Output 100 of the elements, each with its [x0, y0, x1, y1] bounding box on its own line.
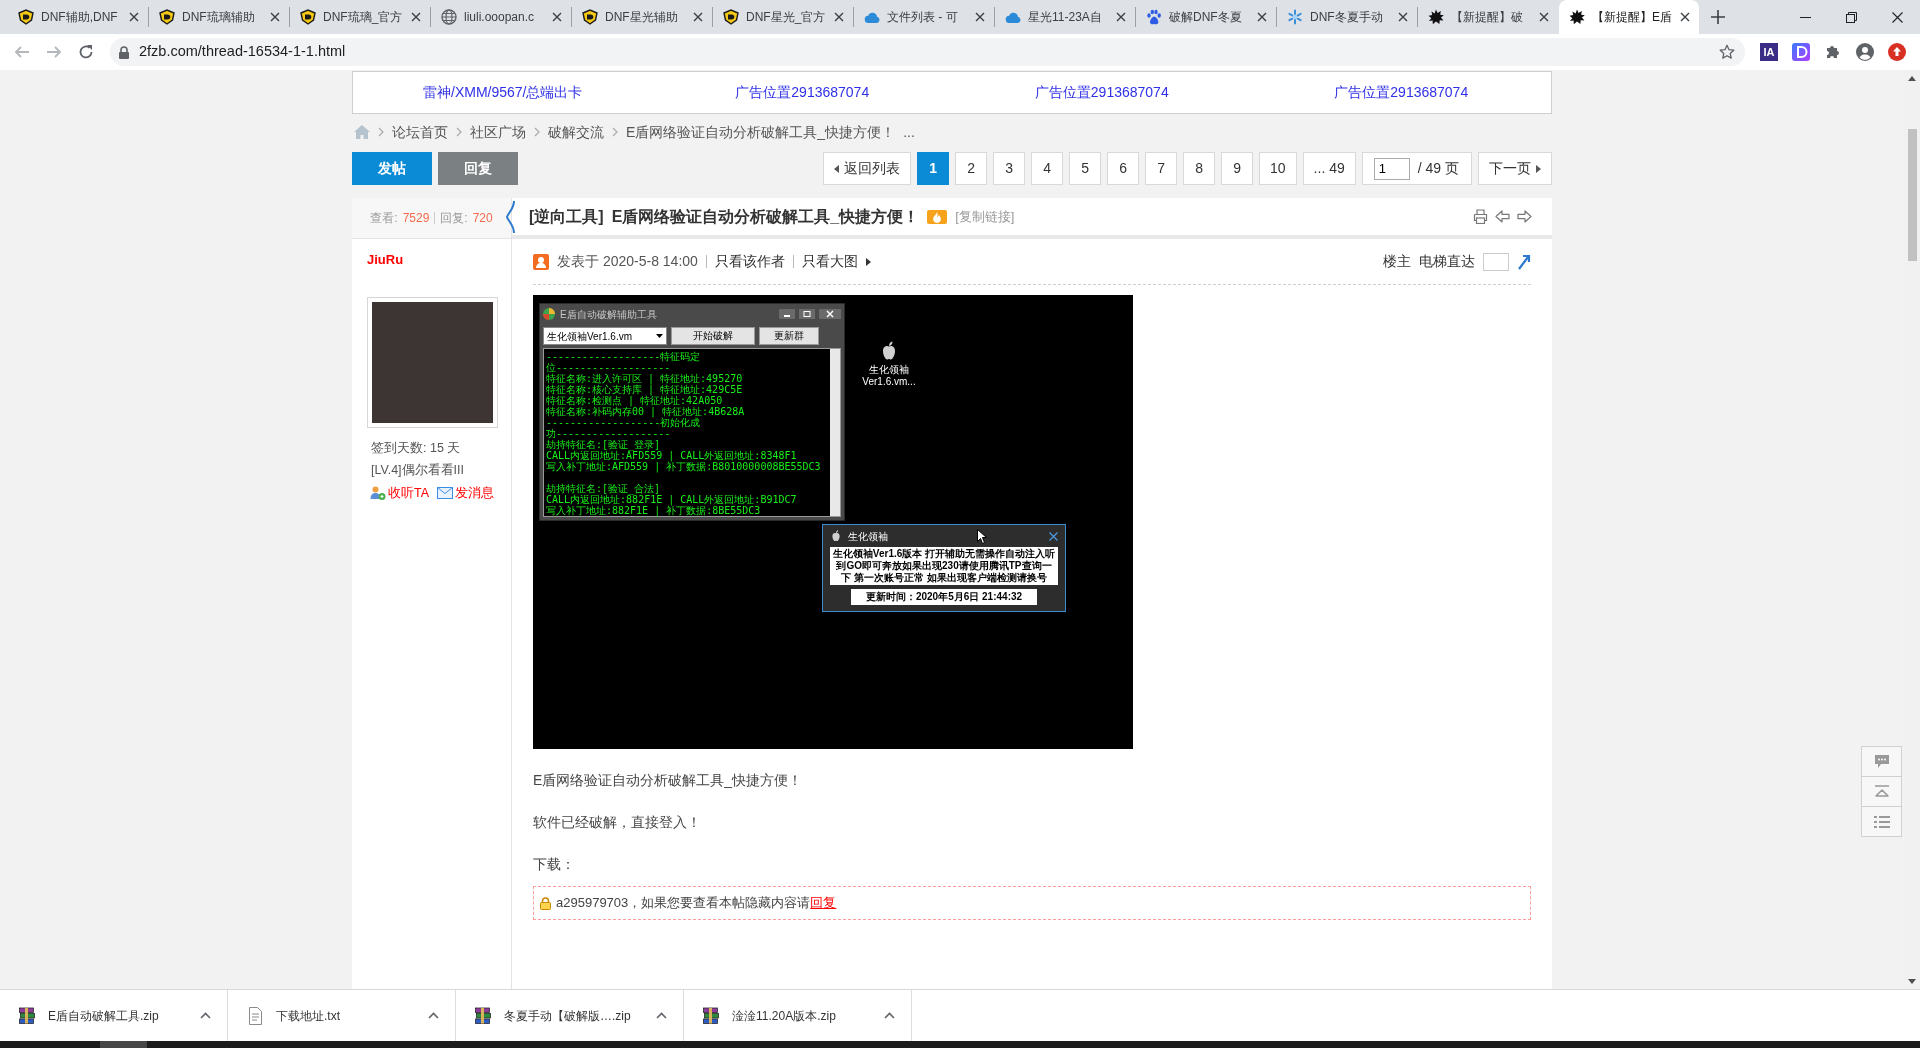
account-icon[interactable]: [1856, 43, 1874, 61]
page-link[interactable]: 9: [1221, 152, 1254, 185]
window-button[interactable]: 开始破解: [671, 327, 755, 345]
breadcrumb-link[interactable]: E盾网络验证自动分析破解工具_快捷方便！: [626, 121, 896, 143]
star-icon[interactable]: [1719, 44, 1735, 60]
follow-link[interactable]: 收听TA: [370, 484, 430, 503]
page-link[interactable]: 7: [1145, 152, 1178, 185]
dialog-title: 生化领袖: [848, 529, 888, 544]
next-page-button[interactable]: 下一页: [1478, 152, 1552, 185]
browser-tab[interactable]: 【新提醒】破: [1418, 0, 1558, 34]
comment-button[interactable]: [1861, 746, 1902, 777]
close-icon[interactable]: [819, 309, 841, 319]
browser-tab[interactable]: 文件列表 - 可: [854, 0, 994, 34]
console-line: 写入补丁地址:882F1E | 补丁数据:8BE55DC3: [546, 505, 762, 516]
close-icon[interactable]: [1891, 11, 1903, 23]
views-count: 7529: [402, 210, 430, 227]
close-icon[interactable]: [129, 12, 139, 22]
page-link[interactable]: ... 49: [1302, 152, 1356, 185]
minimize-icon[interactable]: [779, 309, 795, 319]
close-icon[interactable]: [552, 12, 562, 22]
plus-icon[interactable]: [1711, 10, 1725, 24]
message-link[interactable]: 发消息: [437, 484, 495, 503]
breadcrumb-link[interactable]: 破解交流: [548, 121, 604, 143]
page-link[interactable]: 5: [1069, 152, 1102, 185]
browser-tab[interactable]: DNF冬夏手动: [1277, 0, 1417, 34]
dropdown-field[interactable]: 生化领袖Ver1.6.vm: [543, 327, 667, 345]
floor-input[interactable]: [1483, 252, 1509, 271]
window-button[interactable]: 更新群: [759, 327, 819, 345]
splat-icon: [1569, 9, 1585, 25]
author-name[interactable]: JiuRu: [367, 250, 404, 270]
caret-up-icon[interactable]: [428, 1012, 439, 1019]
reply-link[interactable]: 回复: [810, 895, 837, 911]
browser-tab[interactable]: 破解DNF冬夏: [1136, 0, 1276, 34]
page-link[interactable]: 6: [1107, 152, 1140, 185]
reload-icon[interactable]: [78, 44, 94, 60]
close-icon[interactable]: [1398, 12, 1408, 22]
lock-icon: [119, 45, 129, 59]
crest-icon: [300, 9, 316, 25]
breadcrumb-link[interactable]: 社区广场: [470, 121, 526, 143]
page-link[interactable]: 2: [955, 152, 988, 185]
large-images-link[interactable]: 只看大图: [801, 251, 858, 272]
ad-link[interactable]: 雷神/XMM/9567/总端出卡: [423, 84, 583, 100]
browser-tab[interactable]: 星光11-23A自: [995, 0, 1135, 34]
category-link[interactable]: [逆向工具]: [529, 204, 604, 229]
desktop-icon-label[interactable]: 生化领袖Ver1.6.vm...: [851, 364, 927, 388]
close-icon[interactable]: [270, 12, 280, 22]
browser-tab[interactable]: liuli.ooopan.c: [431, 0, 571, 34]
scroll-up-icon[interactable]: [1908, 75, 1916, 81]
close-icon[interactable]: [1116, 12, 1126, 22]
maximize-icon[interactable]: [799, 309, 815, 319]
cursor-icon: [977, 529, 987, 544]
puzzle-icon[interactable]: [1825, 44, 1841, 60]
new-thread-button[interactable]: 发帖: [352, 152, 432, 185]
caret-up-icon[interactable]: [656, 1012, 667, 1019]
jump-label: 电梯直达: [1419, 252, 1475, 271]
minimize-icon[interactable]: [1799, 16, 1811, 18]
close-icon[interactable]: [975, 12, 985, 22]
page-input[interactable]: 1: [1373, 157, 1410, 180]
breadcrumb-link[interactable]: 论坛首页: [392, 121, 448, 143]
browser-tab[interactable]: DNF星光辅助: [572, 0, 712, 34]
browser-tab[interactable]: DNF琉璃辅助: [149, 0, 289, 34]
browser-tab[interactable]: DNF琉璃_官方: [290, 0, 430, 34]
caret-up-icon[interactable]: [200, 1012, 211, 1019]
reply-button[interactable]: 回复: [438, 152, 518, 185]
lock-icon: [540, 896, 551, 910]
page-link[interactable]: 3: [993, 152, 1026, 185]
console-line: 劫持特征名:[验证_合法]: [546, 483, 661, 494]
page-link[interactable]: 10: [1259, 152, 1297, 185]
page-link[interactable]: 1: [917, 152, 950, 185]
add-user-icon: [370, 485, 386, 502]
printer-icon[interactable]: [1473, 209, 1488, 224]
caret-up-icon[interactable]: [884, 1012, 895, 1019]
page-link[interactable]: 4: [1031, 152, 1064, 185]
close-icon[interactable]: [1680, 12, 1690, 22]
browser-tab[interactable]: DNF辅助,DNF: [8, 0, 148, 34]
restore-icon[interactable]: [1845, 11, 1857, 23]
books-icon: [702, 1006, 720, 1025]
close-icon[interactable]: [1539, 12, 1549, 22]
scroll-down-icon[interactable]: [1908, 978, 1916, 984]
author-only-link[interactable]: 只看该作者: [714, 251, 785, 272]
page-link[interactable]: 8: [1183, 152, 1216, 185]
browser-tab[interactable]: 【新提醒】E盾: [1559, 0, 1699, 34]
arrow-left-icon[interactable]: [1495, 210, 1510, 223]
browser-tab[interactable]: DNF星光_官方: [713, 0, 853, 34]
ad-link[interactable]: 广告位置2913687074: [735, 84, 870, 100]
extension-icon[interactable]: [1792, 43, 1810, 61]
scrollbar-thumb[interactable]: [1907, 129, 1917, 261]
back-to-list-button[interactable]: 返回列表: [823, 152, 912, 185]
close-icon[interactable]: [834, 12, 844, 22]
ad-link[interactable]: 广告位置2913687074: [1334, 84, 1469, 100]
jump-arrow-icon[interactable]: [1517, 253, 1531, 270]
close-icon[interactable]: [411, 12, 421, 22]
address-field[interactable]: 2fzb.com/thread-16534-1-1.html: [110, 38, 1745, 66]
close-icon[interactable]: [693, 12, 703, 22]
arrow-right-icon[interactable]: [1517, 210, 1532, 223]
update-icon[interactable]: [1888, 43, 1906, 61]
extension-button[interactable]: IA: [1760, 43, 1778, 61]
ad-link[interactable]: 广告位置2913687074: [1034, 84, 1169, 100]
close-icon[interactable]: [1257, 12, 1267, 22]
list-button[interactable]: [1861, 806, 1902, 837]
